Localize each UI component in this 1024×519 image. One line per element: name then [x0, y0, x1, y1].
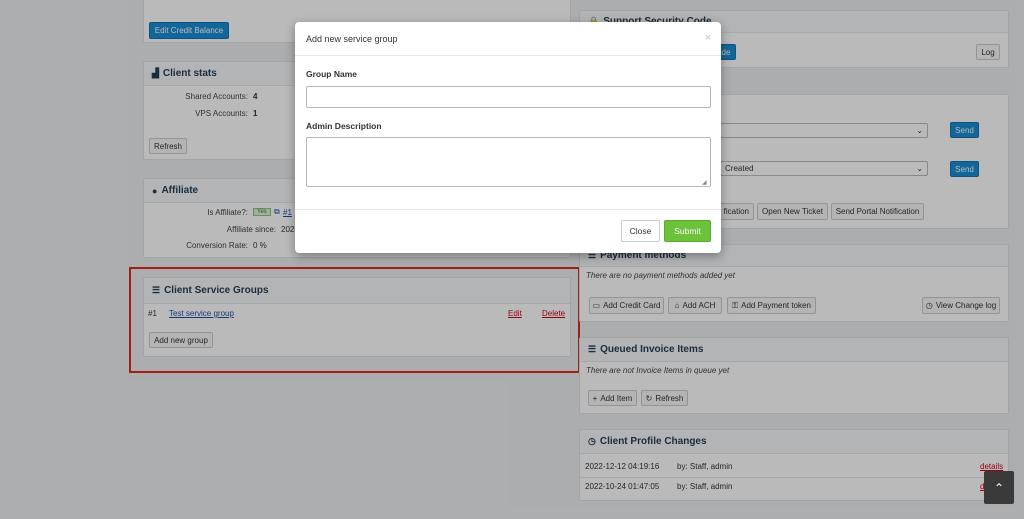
scroll-to-top-button[interactable]: ⌃: [984, 471, 1014, 504]
group-name-label: Group Name: [306, 69, 358, 79]
close-button[interactable]: Close: [621, 220, 660, 242]
modal-title: Add new service group: [306, 34, 398, 44]
close-icon[interactable]: ×: [705, 32, 711, 44]
group-name-input[interactable]: [306, 86, 711, 108]
admin-description-textarea[interactable]: [306, 137, 711, 187]
add-service-group-modal: Add new service group × Group Name Admin…: [295, 22, 721, 253]
modal-header-divider: [295, 55, 721, 56]
resize-handle-icon[interactable]: ◢: [702, 179, 707, 186]
admin-description-label: Admin Description: [306, 121, 382, 131]
chevron-up-icon: ⌃: [993, 480, 1005, 495]
submit-button[interactable]: Submit: [664, 220, 711, 242]
modal-footer-divider: [295, 209, 721, 210]
